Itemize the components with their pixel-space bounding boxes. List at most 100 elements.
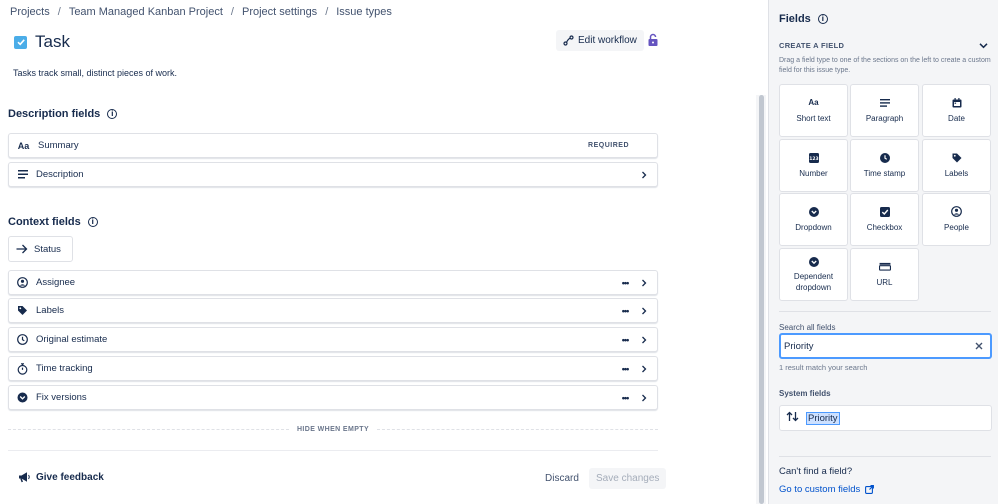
app-root: Projects / Team Managed Kanban Project /… <box>0 0 998 504</box>
paragraph-icon <box>879 97 891 108</box>
field-type-paragraph[interactable]: Paragraph <box>850 84 919 137</box>
info-icon[interactable]: i <box>87 217 98 227</box>
field-type-dropdown[interactable]: Dropdown <box>779 193 848 246</box>
search-fields-box[interactable] <box>779 333 992 359</box>
field-row-time-tracking[interactable]: Time tracking ••• <box>8 356 658 381</box>
context-fields-heading: Context fields i <box>8 216 98 228</box>
fields-panel-title: Fields <box>779 13 811 25</box>
fields-panel-heading: Fields i <box>779 13 828 25</box>
calendar-icon <box>951 97 963 108</box>
field-type-label: People <box>944 223 969 232</box>
system-field-priority[interactable]: Priority <box>779 405 992 431</box>
field-type-labels[interactable]: Labels <box>922 139 991 192</box>
footer-divider <box>8 450 658 451</box>
required-badge: REQUIRED <box>588 142 629 149</box>
field-type-label: URL <box>876 278 893 287</box>
chevron-right-icon[interactable] <box>637 168 651 182</box>
chevron-right-icon[interactable] <box>637 362 651 376</box>
field-row-summary[interactable]: Aa Summary REQUIRED <box>8 133 658 158</box>
chevron-right-icon[interactable] <box>637 304 651 318</box>
main-content: Projects / Team Managed Kanban Project /… <box>0 0 768 504</box>
issue-type-description: Tasks track small, distinct pieces of wo… <box>13 68 178 78</box>
field-row-fix-versions[interactable]: Fix versions ••• <box>8 385 658 410</box>
clear-search-icon[interactable] <box>972 339 986 353</box>
tag-icon <box>951 152 963 163</box>
save-changes-button[interactable]: Save changes <box>589 468 667 489</box>
field-type-label: Dependent dropdown <box>793 271 834 292</box>
number-icon: 123 <box>808 152 820 163</box>
breadcrumb-separator: / <box>57 6 61 18</box>
breadcrumb-settings[interactable]: Project settings <box>242 6 317 18</box>
priority-icon <box>786 411 799 425</box>
checkbox-icon <box>879 206 891 217</box>
chevron-down-icon[interactable] <box>978 40 989 51</box>
clock-icon <box>879 152 891 163</box>
field-type-label: Dropdown <box>795 223 832 232</box>
field-type-checkbox[interactable]: Checkbox <box>850 193 919 246</box>
status-field[interactable]: Status <box>8 236 73 262</box>
more-options-icon[interactable]: ••• <box>617 303 633 319</box>
fields-panel: Fields i CREATE A FIELD Drag a field typ… <box>768 0 998 504</box>
field-type-short-text[interactable]: Aa Short text <box>779 84 848 137</box>
dropdown-circle-icon <box>808 206 820 217</box>
field-type-url[interactable]: URL <box>850 248 919 301</box>
edit-workflow-label: Edit workflow <box>578 35 637 46</box>
more-options-icon[interactable]: ••• <box>617 361 633 377</box>
chevron-right-icon[interactable] <box>637 391 651 405</box>
field-type-dependent-dropdown[interactable]: Dependent dropdown <box>779 248 848 301</box>
breadcrumb-separator: / <box>230 6 234 18</box>
unlock-icon[interactable] <box>647 33 659 47</box>
custom-fields-link-label: Go to custom fields <box>779 484 861 495</box>
chevron-right-icon[interactable] <box>637 276 651 290</box>
chevron-right-icon[interactable] <box>637 333 651 347</box>
field-type-label: Date <box>948 114 965 123</box>
scrollbar-thumb[interactable] <box>759 95 764 504</box>
search-fields-label: Search all fields <box>779 323 836 332</box>
megaphone-icon <box>19 472 30 483</box>
breadcrumb-project[interactable]: Team Managed Kanban Project <box>69 6 223 18</box>
dropdown-circle-icon <box>17 392 28 403</box>
task-checkbox-icon <box>14 35 27 49</box>
custom-fields-link[interactable]: Go to custom fields <box>779 484 875 495</box>
field-type-date[interactable]: Date <box>922 84 991 137</box>
field-row-assignee[interactable]: Assignee ••• <box>8 270 658 295</box>
field-type-time-stamp[interactable]: Time stamp <box>850 139 919 192</box>
field-type-people[interactable]: People <box>922 193 991 246</box>
info-icon[interactable]: i <box>817 14 828 24</box>
short-text-icon: Aa <box>17 140 30 151</box>
svg-text:123: 123 <box>809 155 818 161</box>
more-options-icon[interactable]: ••• <box>617 275 633 291</box>
search-fields-input[interactable] <box>784 340 972 352</box>
divider-line <box>377 429 658 430</box>
page-title: Task <box>35 32 70 51</box>
field-label: Labels <box>36 305 64 316</box>
field-row-original-estimate[interactable]: Original estimate ••• <box>8 327 658 352</box>
field-type-number[interactable]: 123 Number <box>779 139 848 192</box>
breadcrumb: Projects / Team Managed Kanban Project /… <box>10 6 392 18</box>
breadcrumb-separator: / <box>325 6 329 18</box>
field-type-label: Labels <box>944 169 969 178</box>
description-fields-title: Description fields <box>8 108 101 120</box>
info-icon[interactable]: i <box>107 109 118 119</box>
dropdown-circle-icon <box>808 257 820 268</box>
field-type-label: Time stamp <box>863 169 906 178</box>
breadcrumb-projects[interactable]: Projects <box>10 6 50 18</box>
context-fields-title: Context fields <box>8 216 81 228</box>
field-row-description[interactable]: Description <box>8 162 658 187</box>
discard-button[interactable]: Discard <box>540 468 584 489</box>
edit-workflow-button[interactable]: Edit workflow <box>556 30 644 51</box>
field-label: Fix versions <box>36 392 87 403</box>
more-options-icon[interactable]: ••• <box>617 390 633 406</box>
breadcrumb-issue-types[interactable]: Issue types <box>336 6 392 18</box>
field-row-labels[interactable]: Labels ••• <box>8 298 658 323</box>
create-field-heading: CREATE A FIELD <box>779 41 845 50</box>
more-options-icon[interactable]: ••• <box>617 332 633 348</box>
give-feedback-button[interactable]: Give feedback <box>18 471 104 483</box>
hide-when-empty-divider: HIDE WHEN EMPTY <box>8 424 658 435</box>
field-label: Assignee <box>36 277 76 288</box>
system-field-label: Priority <box>806 411 840 425</box>
issue-type-header: Task <box>14 32 70 52</box>
short-text-icon: Aa <box>808 98 819 107</box>
tag-icon <box>17 305 28 316</box>
field-type-label: Short text <box>796 114 831 123</box>
